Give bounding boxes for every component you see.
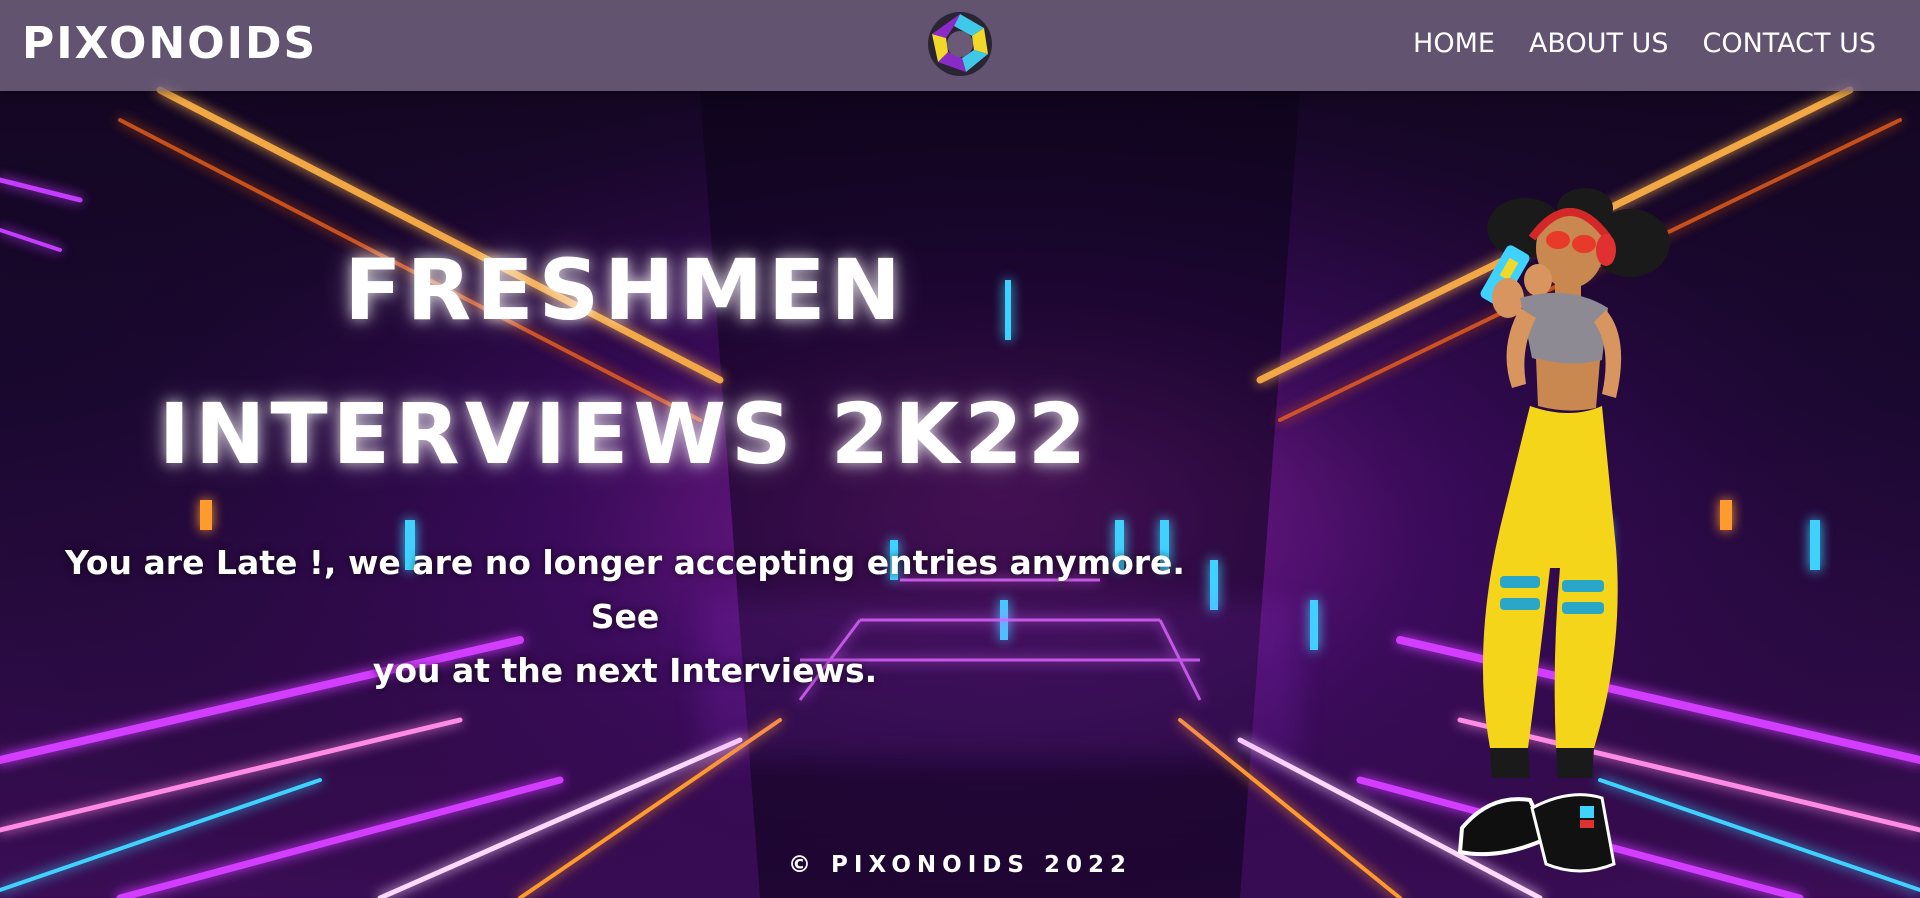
character-illustration	[1457, 188, 1670, 873]
message-line-2: you at the next Interviews.	[372, 651, 878, 690]
aperture-logo-icon[interactable]	[926, 10, 994, 78]
nav-contact-us-link[interactable]: CONTACT US	[1702, 24, 1876, 64]
nav-about-us-link[interactable]: ABOUT US	[1529, 24, 1669, 64]
landing-page: PIXONOIDS HOME ABOUT US CONTACT US FRESH…	[0, 0, 1920, 898]
hero-title-line-2: INTERVIEWS 2K22	[158, 385, 1092, 483]
main-nav: HOME ABOUT US CONTACT US	[1413, 24, 1876, 64]
hero-title-line-1: FRESHMEN	[344, 241, 906, 339]
top-navbar: PIXONOIDS HOME ABOUT US CONTACT US	[0, 0, 1920, 91]
hero-title: FRESHMEN INTERVIEWS 2K22	[40, 218, 1210, 506]
message-line-1: You are Late !, we are no longer accepti…	[65, 543, 1185, 636]
nav-home-link[interactable]: HOME	[1413, 24, 1495, 64]
closed-entries-message: You are Late !, we are no longer accepti…	[40, 536, 1210, 698]
brand-wordmark[interactable]: PIXONOIDS	[22, 14, 317, 74]
copyright-footer: © PIXONOIDS 2022	[788, 852, 1132, 878]
